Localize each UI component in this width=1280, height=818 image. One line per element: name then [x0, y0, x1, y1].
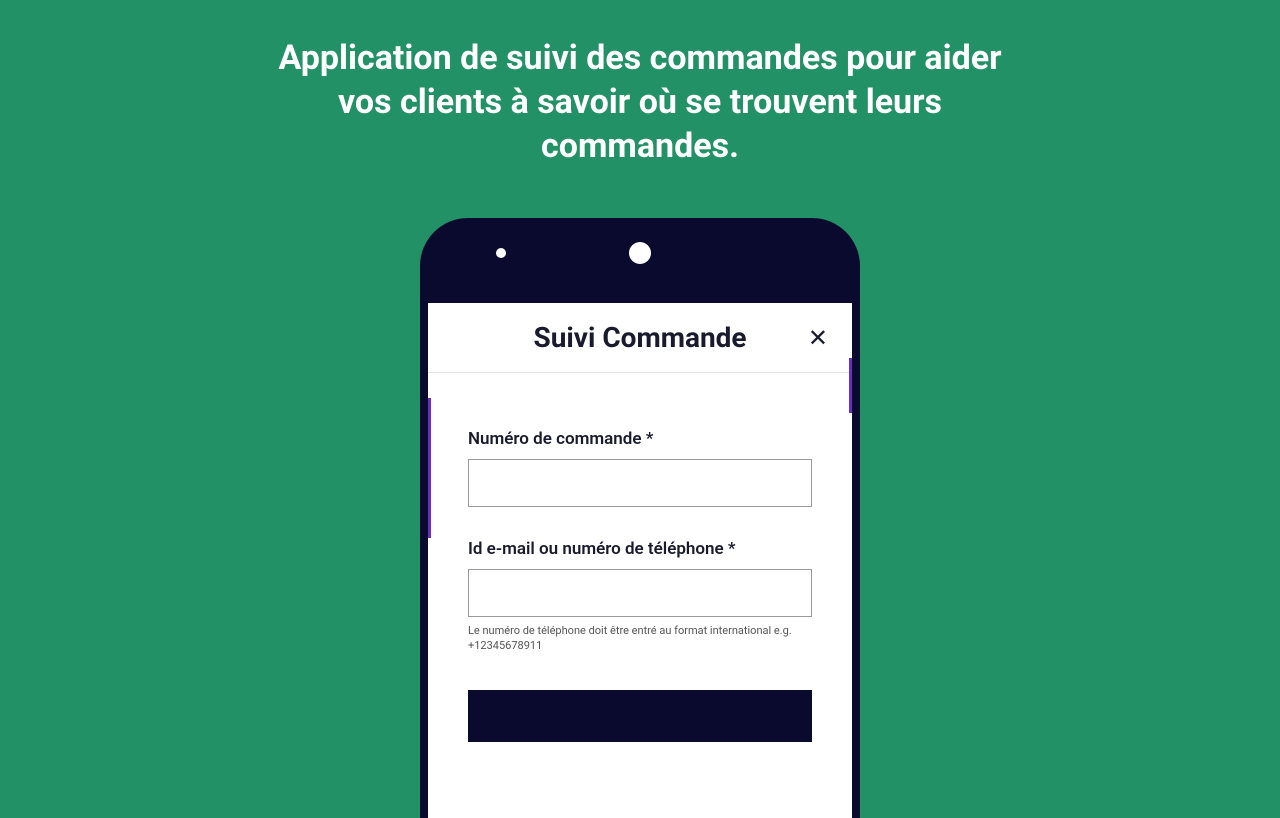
order-number-label: Numéro de commande *	[468, 429, 812, 449]
page-headline: Application de suivi des commandes pour …	[260, 0, 1020, 169]
phone-frame: Suivi Commande ✕ Numéro de commande * Id…	[420, 218, 860, 818]
modal-body: Numéro de commande * Id e-mail ou numéro…	[428, 373, 852, 766]
order-number-group: Numéro de commande *	[468, 429, 812, 507]
purple-edge-left	[428, 398, 431, 538]
contact-group: Id e-mail ou numéro de téléphone * Le nu…	[468, 539, 812, 654]
contact-label: Id e-mail ou numéro de téléphone *	[468, 539, 812, 559]
contact-input[interactable]	[468, 569, 812, 617]
submit-button[interactable]	[468, 690, 812, 742]
close-icon[interactable]: ✕	[808, 326, 828, 350]
order-number-input[interactable]	[468, 459, 812, 507]
modal-header: Suivi Commande ✕	[428, 303, 852, 373]
modal-title: Suivi Commande	[533, 321, 746, 354]
helper-text: Le numéro de téléphone doit être entré a…	[468, 623, 812, 654]
phone-screen: Suivi Commande ✕ Numéro de commande * Id…	[428, 303, 852, 818]
phone-camera	[629, 242, 651, 264]
purple-edge-right	[849, 358, 852, 413]
phone-sensor	[496, 248, 506, 258]
